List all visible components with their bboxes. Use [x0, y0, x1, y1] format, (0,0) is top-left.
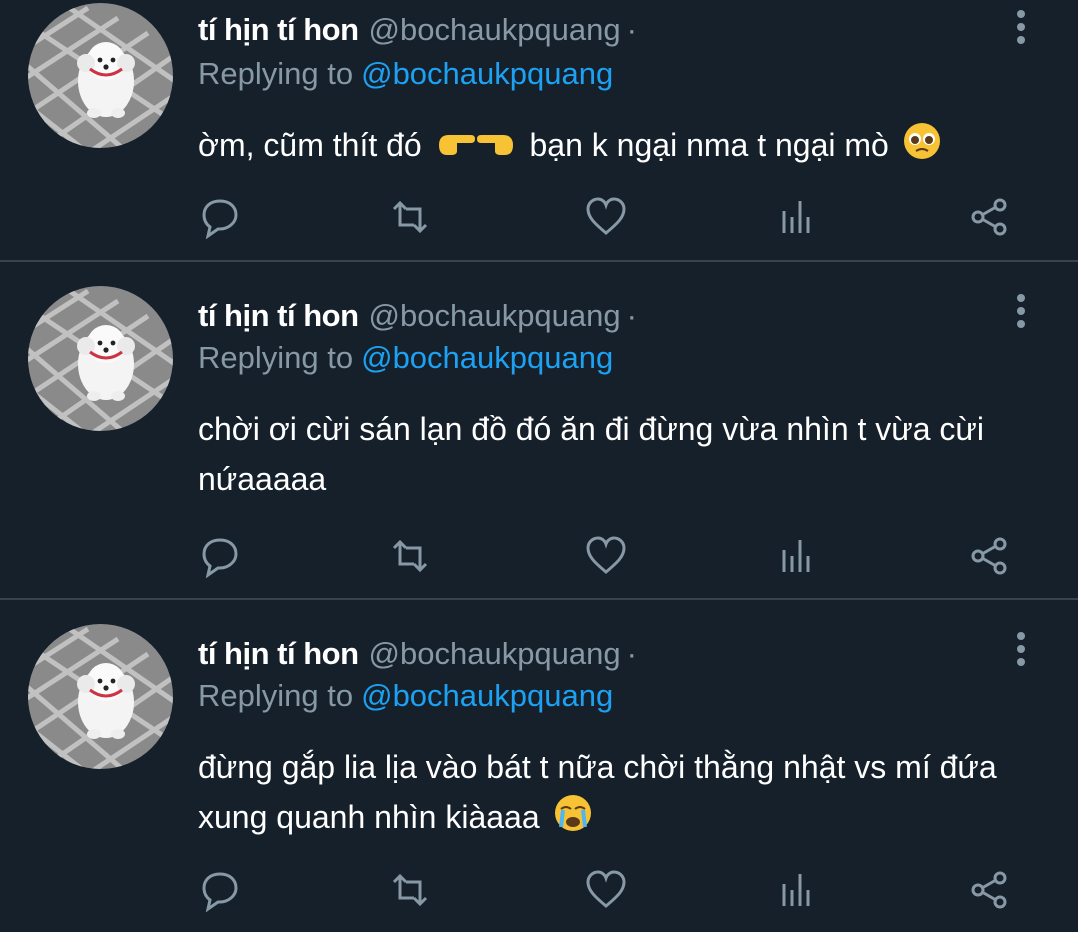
like-icon[interactable] [584, 534, 628, 578]
separator: · [626, 636, 637, 671]
tweet-text: đừng gắp lia lịa vào bát t nữa chời thằn… [198, 742, 1048, 847]
replying-label: Replying to [198, 678, 354, 713]
tweet-feed: tí hịn tí hon @bochaukpquang · Replying … [0, 0, 1078, 932]
retweet-icon[interactable] [388, 868, 432, 912]
avatar[interactable] [28, 624, 173, 769]
tweet-text-part: ờm, cũm thít đó [198, 127, 422, 163]
mention-link[interactable]: @bochaukpquang [361, 340, 613, 375]
reply-icon[interactable] [198, 195, 242, 240]
avatar[interactable] [28, 286, 173, 431]
tweet-header: tí hịn tí hon @bochaukpquang · [198, 298, 637, 334]
display-name[interactable]: tí hịn tí hon [198, 12, 359, 48]
pointing-hands-emoji [435, 123, 517, 173]
user-handle[interactable]: @bochaukpquang [369, 298, 621, 334]
reply-icon[interactable] [198, 868, 242, 913]
tweet-actions [198, 868, 1018, 913]
analytics-icon[interactable] [776, 534, 820, 578]
tweet-text-part: đừng gắp lia lịa vào bát t nữa chời thằn… [198, 749, 997, 835]
loudly-crying-face-emoji [553, 793, 593, 847]
retweet-icon[interactable] [388, 195, 432, 239]
share-icon[interactable] [968, 868, 1012, 912]
pleading-face-emoji [902, 121, 942, 175]
retweet-icon[interactable] [388, 534, 432, 578]
tweet-actions [198, 195, 1018, 240]
replying-to-line: Replying to @bochaukpquang [198, 56, 613, 92]
user-handle[interactable]: @bochaukpquang [369, 636, 621, 672]
tweet-actions [198, 534, 1018, 579]
replying-to-line: Replying to @bochaukpquang [198, 340, 613, 376]
tweet[interactable]: tí hịn tí hon @bochaukpquang · Replying … [0, 600, 1078, 932]
tweet[interactable]: tí hịn tí hon @bochaukpquang · Replying … [0, 262, 1078, 600]
analytics-icon[interactable] [776, 195, 820, 239]
replying-label: Replying to [198, 340, 354, 375]
like-icon[interactable] [584, 868, 628, 912]
tweet[interactable]: tí hịn tí hon @bochaukpquang · Replying … [0, 0, 1078, 262]
share-icon[interactable] [968, 195, 1012, 239]
tweet-header: tí hịn tí hon @bochaukpquang · [198, 12, 637, 48]
tweet-text: ờm, cũm thít đó bạn k ngại nma t ngại mò [198, 120, 1048, 175]
replying-label: Replying to [198, 56, 354, 91]
more-vertical-icon[interactable] [1010, 8, 1032, 48]
tweet-text-part: bạn k ngại nma t ngại mò [529, 127, 889, 163]
avatar[interactable] [28, 3, 173, 148]
more-vertical-icon[interactable] [1010, 630, 1032, 670]
separator: · [626, 298, 637, 333]
tweet-header: tí hịn tí hon @bochaukpquang · [198, 636, 637, 672]
like-icon[interactable] [584, 195, 628, 239]
replying-to-line: Replying to @bochaukpquang [198, 678, 613, 714]
share-icon[interactable] [968, 534, 1012, 578]
analytics-icon[interactable] [776, 868, 820, 912]
mention-link[interactable]: @bochaukpquang [361, 678, 613, 713]
display-name[interactable]: tí hịn tí hon [198, 636, 359, 672]
display-name[interactable]: tí hịn tí hon [198, 298, 359, 334]
more-vertical-icon[interactable] [1010, 292, 1032, 332]
user-handle[interactable]: @bochaukpquang [369, 12, 621, 48]
mention-link[interactable]: @bochaukpquang [361, 56, 613, 91]
reply-icon[interactable] [198, 534, 242, 579]
separator: · [626, 12, 637, 47]
tweet-text: chời ơi cừi sán lạn đồ đó ăn đi đừng vừa… [198, 411, 984, 497]
